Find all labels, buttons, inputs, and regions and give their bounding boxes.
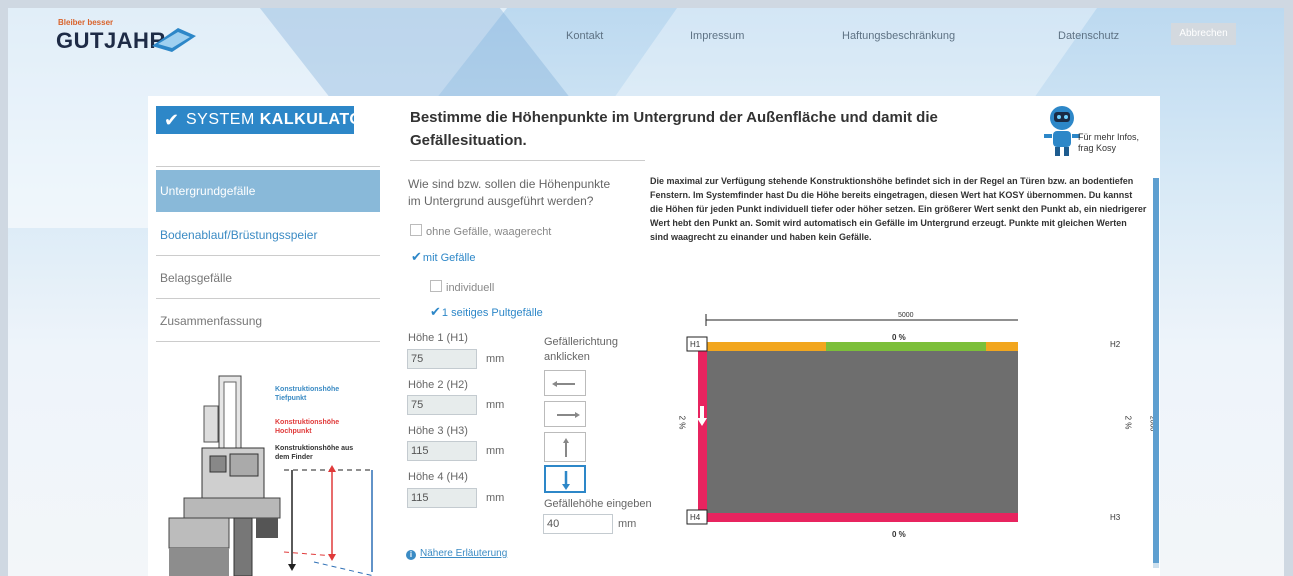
arrow-up-icon (563, 438, 569, 457)
corner-h4: H4 (690, 513, 701, 522)
slope-height-unit: mm (618, 518, 637, 530)
option-no-slope[interactable]: ohne Gefälle, waagerecht (410, 224, 551, 238)
left-slope-label: 2 % (677, 415, 687, 430)
logo-name: GUTJAHR (56, 28, 166, 53)
slope-height-input[interactable]: 40 (543, 514, 613, 534)
sidebar-item-untergrundgefaelle[interactable]: Untergrundgefälle (156, 170, 380, 212)
info-icon: i (406, 550, 416, 560)
height-1-label: Höhe 1 (H1) (408, 332, 468, 344)
corner-h3: H3 (1110, 513, 1121, 522)
kosy-hint: Für mehr Infos, frag Kosy (1078, 132, 1140, 153)
main-panel: ✔ SYSTEM KALKULATOR Untergrundgefälle Bo… (148, 96, 1160, 576)
info-link[interactable]: i Nähere Erläuterung (406, 548, 507, 560)
right-slope-label: 2 % (1123, 415, 1133, 430)
height-4-label: Höhe 4 (H4) (408, 471, 468, 483)
corner-h2: H2 (1110, 340, 1121, 349)
sidebar-item-bodenablauf[interactable]: Bodenablauf/Brüstungsspeier (156, 214, 380, 256)
arrow-right-icon (557, 412, 580, 418)
diagram-label-hochpunkt: Konstruktionshöhe Hochpunkt (275, 419, 340, 435)
page-title: Bestimme die Höhenpunkte im Untergrund d… (410, 109, 938, 149)
kosy-helper[interactable]: Für mehr Infos, frag Kosy (1040, 104, 1150, 160)
option-one-sided[interactable]: ✔1 seitiges Pultgefälle (430, 304, 543, 320)
sidebar-item-zusammenfassung[interactable]: Zusammenfassung (156, 300, 380, 342)
diagram-label-finder: Konstruktionshöhe aus dem Finder (275, 445, 354, 461)
nav-datenschutz[interactable]: Datenschutz (1058, 30, 1119, 42)
system-kalkulator-badge: ✔ SYSTEM KALKULATOR (156, 106, 374, 134)
checkmark-icon: ✔ (411, 249, 422, 264)
height-1-unit: mm (486, 353, 505, 365)
height-2-label: Höhe 2 (H2) (408, 379, 468, 391)
slope-height-label: Gefällehöhe eingeben (544, 498, 652, 510)
logo-wing-icon (152, 28, 196, 52)
checkmark-icon: ✔ (430, 304, 441, 319)
height-3-input[interactable]: 115 (407, 441, 477, 461)
height-4-input[interactable]: 115 (407, 488, 477, 508)
arrow-left-icon (552, 381, 575, 387)
system-label: SYSTEM (186, 111, 255, 128)
option-with-slope[interactable]: ✔mit Gefälle (411, 249, 475, 265)
height-3-unit: mm (486, 445, 505, 457)
scrollbar[interactable] (1153, 178, 1159, 568)
arrow-down-icon (562, 471, 570, 490)
height-2-input[interactable]: 75 (407, 395, 477, 415)
nav-impressum[interactable]: Impressum (690, 30, 744, 42)
height-2-unit: mm (486, 399, 505, 411)
checkmark-icon: ✔ (164, 110, 180, 130)
checkbox-empty-icon (410, 224, 422, 236)
nav-kontakt[interactable]: Kontakt (566, 30, 603, 42)
cancel-button[interactable]: Abbrechen (1171, 23, 1236, 45)
scrollbar-thumb[interactable] (1153, 178, 1159, 563)
diagram-label-tiefpunkt: Konstruktionshöhe Tiefpunkt (275, 386, 340, 402)
direction-right-button[interactable] (544, 401, 586, 427)
option-individual[interactable]: individuell (430, 280, 494, 294)
explanation-text: Die maximal zur Verfügung stehende Konst… (650, 176, 1147, 242)
height-3-label: Höhe 3 (H3) (408, 425, 468, 437)
height-1-input[interactable]: 75 (407, 349, 477, 369)
bottom-slope-label: 0 % (892, 530, 906, 539)
corner-h1: H1 (690, 340, 701, 349)
sidebar-item-belagsgefaelle[interactable]: Belagsgefälle (156, 257, 380, 299)
kalkulator-label: KALKULATOR (259, 111, 375, 128)
direction-left-button[interactable] (544, 370, 586, 396)
direction-down-button[interactable] (544, 465, 586, 493)
direction-label: Gefällerichtung anklicken (544, 336, 618, 363)
app-frame: Bleiber besser GUTJAHR Kontakt Impressum… (8, 8, 1284, 576)
direction-up-button[interactable] (544, 432, 586, 462)
logo-tagline: Bleiber besser (58, 18, 114, 27)
question-text: Wie sind bzw. sollen die Höhenpunkte im … (408, 177, 611, 208)
top-slope-label: 0 % (892, 333, 906, 342)
checkbox-empty-icon (430, 280, 442, 292)
slope-plan-diagram (686, 314, 1018, 525)
width-dimension: 5000 (898, 312, 914, 319)
top-bar: Bleiber besser GUTJAHR Kontakt Impressum… (8, 8, 1284, 58)
height-4-unit: mm (486, 492, 505, 504)
nav-haftung[interactable]: Haftungsbeschränkung (842, 30, 955, 42)
